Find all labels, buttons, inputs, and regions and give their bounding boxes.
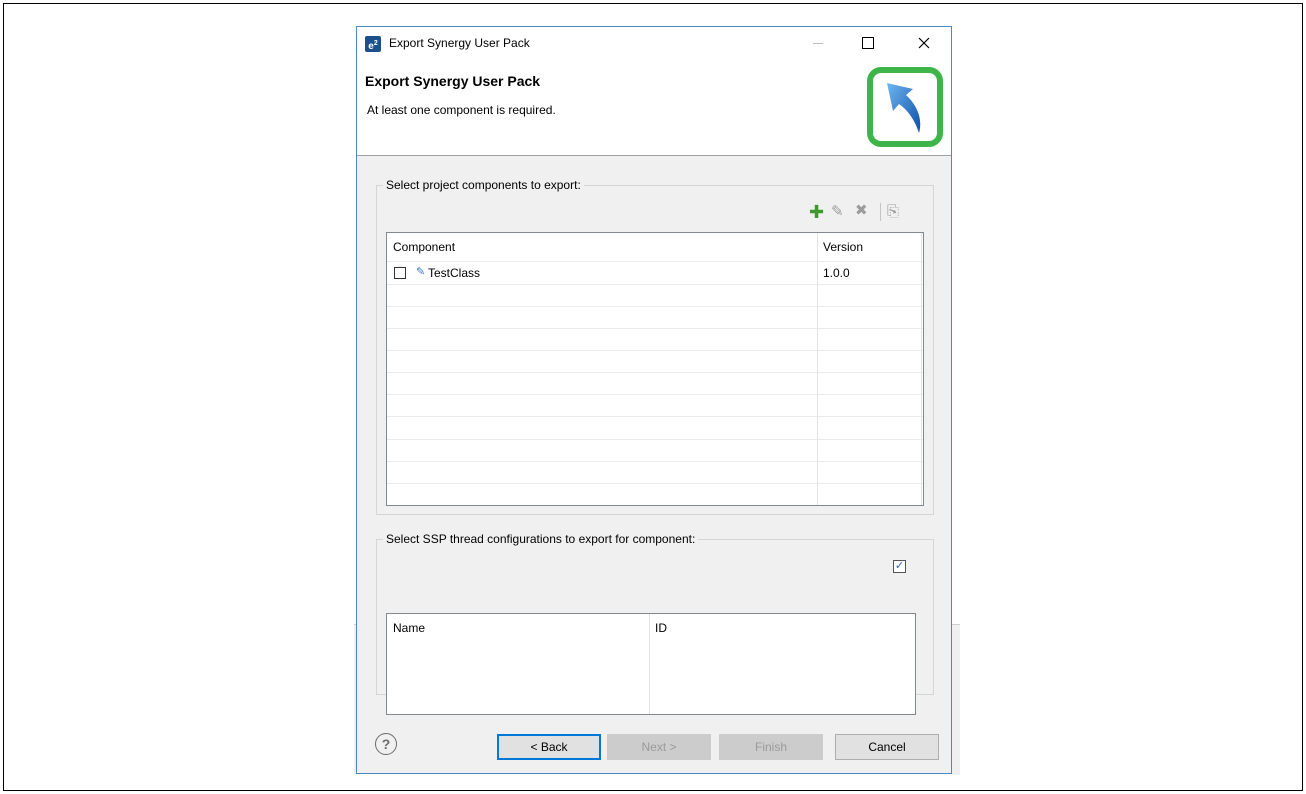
next-button[interactable]: Next >: [607, 734, 711, 760]
e2-studio-icon: e2: [365, 36, 381, 52]
minimize-icon: [813, 42, 823, 44]
row-divider: [387, 328, 923, 329]
component-name: TestClass: [428, 266, 481, 280]
wizard-logo-highlight: [867, 67, 943, 147]
toolbar-separator: [880, 203, 881, 221]
column-header-component[interactable]: Component: [387, 233, 817, 261]
export-icon[interactable]: ⎘: [887, 204, 899, 220]
row-divider: [387, 394, 923, 395]
minimize-button[interactable]: [795, 27, 841, 59]
testclass-checkbox[interactable]: [394, 267, 406, 279]
row-divider: [387, 461, 923, 462]
close-icon: [918, 37, 930, 49]
column-separator: [649, 614, 650, 714]
components-group-label: Select project components to export:: [383, 178, 584, 192]
threads-group: Select SSP thread configurations to expo…: [376, 532, 934, 715]
column-separator: [921, 233, 922, 505]
window-title: Export Synergy User Pack: [389, 36, 530, 50]
close-button[interactable]: [901, 27, 947, 59]
row-divider: [387, 261, 923, 262]
select-all-checkbox[interactable]: ✓: [893, 560, 906, 573]
components-group: Select project components to export: ✚ ✎…: [376, 178, 934, 515]
wizard-header: Export Synergy User Pack At least one co…: [357, 59, 951, 156]
edit-icon[interactable]: ✎: [831, 204, 844, 220]
threads-table[interactable]: Name ID: [386, 613, 916, 715]
page-message: At least one component is required.: [367, 103, 556, 117]
export-arrow-icon: [887, 83, 921, 133]
add-icon[interactable]: ✚: [809, 203, 824, 221]
row-divider: [387, 416, 923, 417]
finish-button[interactable]: Finish: [719, 734, 823, 760]
column-separator: [817, 233, 818, 505]
column-header-version[interactable]: Version: [817, 233, 923, 261]
delete-icon[interactable]: ✖: [855, 203, 868, 219]
class-icon: ✎: [416, 266, 426, 278]
page-title: Export Synergy User Pack: [365, 73, 541, 89]
row-divider: [387, 284, 923, 285]
background-window-right: [952, 624, 960, 775]
maximize-icon: [862, 37, 874, 49]
export-dialog: e2 Export Synergy User Pack Export Syner…: [356, 26, 952, 774]
components-table[interactable]: Component Version ✎ TestClass 1.0.0: [386, 232, 924, 506]
row-divider: [387, 350, 923, 351]
column-header-id[interactable]: ID: [649, 614, 915, 642]
row-divider: [387, 483, 923, 484]
threads-group-label: Select SSP thread configurations to expo…: [383, 532, 699, 546]
component-version: 1.0.0: [823, 266, 850, 280]
back-button[interactable]: < Back: [497, 734, 601, 760]
maximize-button[interactable]: [845, 27, 891, 59]
row-divider: [387, 306, 923, 307]
title-bar: e2 Export Synergy User Pack: [357, 27, 951, 59]
row-divider: [387, 372, 923, 373]
row-divider: [387, 439, 923, 440]
column-header-name[interactable]: Name: [387, 614, 649, 642]
help-button[interactable]: ?: [375, 733, 397, 755]
cancel-button[interactable]: Cancel: [835, 734, 939, 760]
